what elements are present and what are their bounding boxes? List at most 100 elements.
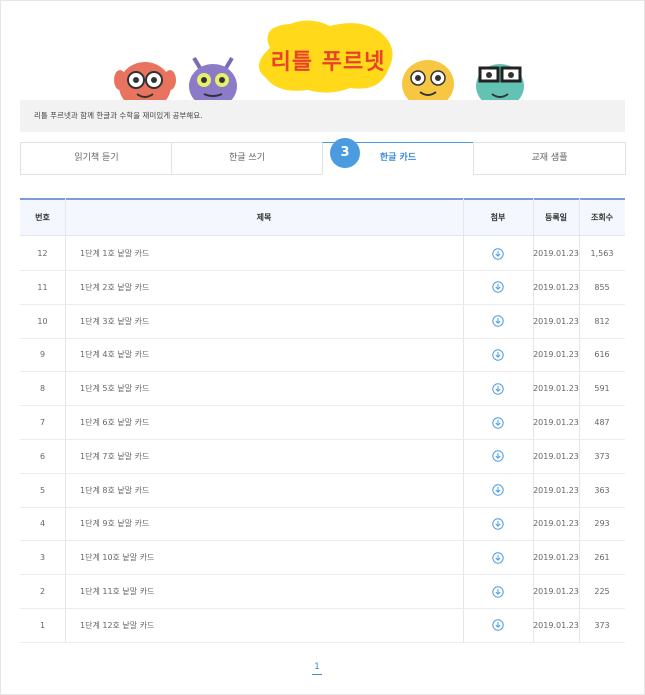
table-row[interactable]: 9 1단계 4호 낱말 카드 2019.01.23 616 bbox=[20, 338, 625, 373]
download-circle-icon[interactable] bbox=[492, 619, 504, 631]
header-views: 조회수 bbox=[590, 213, 614, 222]
attachment-cell bbox=[463, 507, 533, 540]
download-circle-icon[interactable] bbox=[492, 518, 504, 530]
row-number: 6 bbox=[39, 451, 46, 461]
table-row[interactable]: 1 1단계 12호 낱말 카드 2019.01.23 373 bbox=[20, 609, 625, 643]
row-title-link[interactable]: 1단계 11호 낱말 카드 bbox=[80, 575, 460, 608]
row-number: 2 bbox=[39, 587, 46, 596]
row-title-link[interactable]: 1단계 3호 낱말 카드 bbox=[80, 305, 460, 338]
row-date: 2019.01.23 bbox=[533, 519, 579, 529]
table-row[interactable]: 6 1단계 7호 낱말 카드 2019.01.23 373 bbox=[20, 440, 625, 474]
header-title: 제목 bbox=[256, 213, 272, 222]
row-views: 616 bbox=[594, 350, 610, 360]
attachment-cell bbox=[463, 575, 533, 608]
row-number: 12 bbox=[37, 249, 48, 258]
row-number: 3 bbox=[39, 553, 46, 563]
row-title-link[interactable]: 1단계 7호 낱말 카드 bbox=[80, 440, 460, 473]
download-circle-icon[interactable] bbox=[492, 382, 504, 395]
table-row[interactable]: 10 1단계 3호 낱말 카드 2019.01.23 812 bbox=[20, 305, 625, 339]
logo-text: 리틀 푸르넷 bbox=[270, 50, 386, 75]
attachment-cell bbox=[463, 305, 533, 338]
row-number: 1 bbox=[39, 620, 46, 630]
table-row[interactable]: 11 1단계 2호 낱말 카드 2019.01.23 855 bbox=[20, 271, 625, 305]
download-circle-icon[interactable] bbox=[492, 484, 504, 496]
row-title-link[interactable]: 1단계 2호 낱말 카드 bbox=[80, 271, 460, 304]
row-date: 2019.01.23 bbox=[533, 587, 579, 596]
tab-writing[interactable]: 한글 쓰기 bbox=[171, 142, 323, 175]
row-views: 225 bbox=[594, 587, 610, 596]
row-number: 11 bbox=[37, 282, 48, 292]
yellow-monster-illustration bbox=[402, 60, 454, 108]
row-views: 261 bbox=[594, 553, 610, 563]
row-title-link[interactable]: 1단계 10호 낱말 카드 bbox=[80, 541, 460, 574]
header-no: 번호 bbox=[35, 213, 50, 222]
download-circle-icon[interactable] bbox=[492, 349, 504, 361]
attachment-cell bbox=[463, 440, 533, 473]
row-views: 1,563 bbox=[590, 249, 614, 258]
attachment-cell bbox=[463, 541, 533, 574]
download-circle-icon[interactable] bbox=[492, 281, 504, 293]
table-header: 번호 제목 첨부 등록일 조회수 bbox=[20, 198, 625, 236]
download-circle-icon[interactable] bbox=[492, 416, 504, 429]
row-date: 2019.01.23 bbox=[533, 249, 579, 258]
table-row[interactable]: 7 1단계 6호 낱말 카드 2019.01.23 487 bbox=[20, 406, 625, 440]
row-title-link[interactable]: 1단계 5호 낱말 카드 bbox=[80, 372, 460, 405]
download-circle-icon[interactable] bbox=[492, 450, 504, 462]
row-title-link[interactable]: 1단계 12호 낱말 카드 bbox=[80, 609, 460, 642]
attachment-cell bbox=[463, 609, 533, 642]
row-title-link[interactable]: 1단계 8호 낱말 카드 bbox=[80, 474, 460, 507]
attachment-cell bbox=[463, 271, 533, 304]
row-date: 2019.01.23 bbox=[533, 350, 579, 360]
table-row[interactable]: 12 1단계 1호 낱말 카드 2019.01.23 1,563 bbox=[20, 237, 625, 271]
attachment-cell bbox=[463, 406, 533, 439]
pagination-current[interactable]: 1 bbox=[310, 662, 324, 672]
tab-reading[interactable]: 읽기책 듣기 bbox=[20, 142, 173, 175]
row-date: 2019.01.23 bbox=[533, 451, 579, 461]
table-row[interactable]: 2 1단계 11호 낱말 카드 2019.01.23 225 bbox=[20, 575, 625, 609]
row-number: 8 bbox=[39, 384, 46, 394]
header-attach: 첨부 bbox=[490, 213, 506, 222]
attachment-cell bbox=[463, 338, 533, 371]
tab-textbook-sample[interactable]: 교재 샘플 bbox=[473, 142, 626, 175]
header-date: 등록일 bbox=[544, 213, 568, 222]
table-row[interactable]: 8 1단계 5호 낱말 카드 2019.01.23 591 bbox=[20, 372, 625, 407]
download-circle-icon[interactable] bbox=[492, 585, 504, 598]
row-date: 2019.01.23 bbox=[533, 384, 579, 394]
row-views: 373 bbox=[594, 451, 610, 461]
row-number: 4 bbox=[39, 519, 46, 529]
row-date: 2019.01.23 bbox=[533, 418, 579, 427]
row-views: 293 bbox=[594, 519, 610, 529]
row-views: 855 bbox=[594, 282, 610, 292]
row-number: 9 bbox=[39, 350, 46, 360]
table-row[interactable]: 4 1단계 9호 낱말 카드 2019.01.23 293 bbox=[20, 507, 625, 542]
table-row[interactable]: 5 1단계 8호 낱말 카드 2019.01.23 363 bbox=[20, 474, 625, 508]
pagination-underline bbox=[312, 674, 322, 675]
table-row[interactable]: 3 1단계 10호 낱말 카드 2019.01.23 261 bbox=[20, 541, 625, 576]
row-title-link[interactable]: 1단계 9호 낱말 카드 bbox=[80, 507, 460, 540]
row-views: 591 bbox=[594, 384, 610, 394]
tab-bar: 읽기책 듣기 한글 쓰기 한글 카드 교재 샘플 bbox=[20, 142, 626, 175]
row-date: 2019.01.23 bbox=[533, 485, 579, 495]
intro-text: 리틀 푸르넷과 함께 한글과 수학을 재미있게 공부해요. bbox=[34, 111, 203, 120]
intro-bar: 리틀 푸르넷과 함께 한글과 수학을 재미있게 공부해요. bbox=[20, 100, 625, 132]
row-date: 2019.01.23 bbox=[533, 553, 579, 563]
row-date: 2019.01.23 bbox=[533, 316, 579, 326]
row-views: 487 bbox=[594, 418, 610, 427]
download-circle-icon[interactable] bbox=[492, 247, 504, 260]
teal-monster-illustration bbox=[476, 64, 524, 108]
row-number: 10 bbox=[37, 316, 48, 326]
row-number: 7 bbox=[39, 418, 46, 427]
row-title-link[interactable]: 1단계 6호 낱말 카드 bbox=[80, 406, 460, 439]
row-number: 5 bbox=[39, 485, 46, 495]
download-circle-icon[interactable] bbox=[492, 551, 504, 564]
row-views: 812 bbox=[594, 316, 610, 326]
row-title-link[interactable]: 1단계 4호 낱말 카드 bbox=[80, 338, 460, 371]
row-date: 2019.01.23 bbox=[533, 282, 579, 292]
step-badge: 3 bbox=[330, 138, 360, 168]
row-title-link[interactable]: 1단계 1호 낱말 카드 bbox=[80, 237, 460, 270]
attachment-cell bbox=[463, 372, 533, 405]
row-views: 373 bbox=[594, 620, 610, 630]
download-circle-icon[interactable] bbox=[492, 315, 504, 327]
attachment-cell bbox=[463, 474, 533, 507]
attachment-cell bbox=[463, 237, 533, 270]
